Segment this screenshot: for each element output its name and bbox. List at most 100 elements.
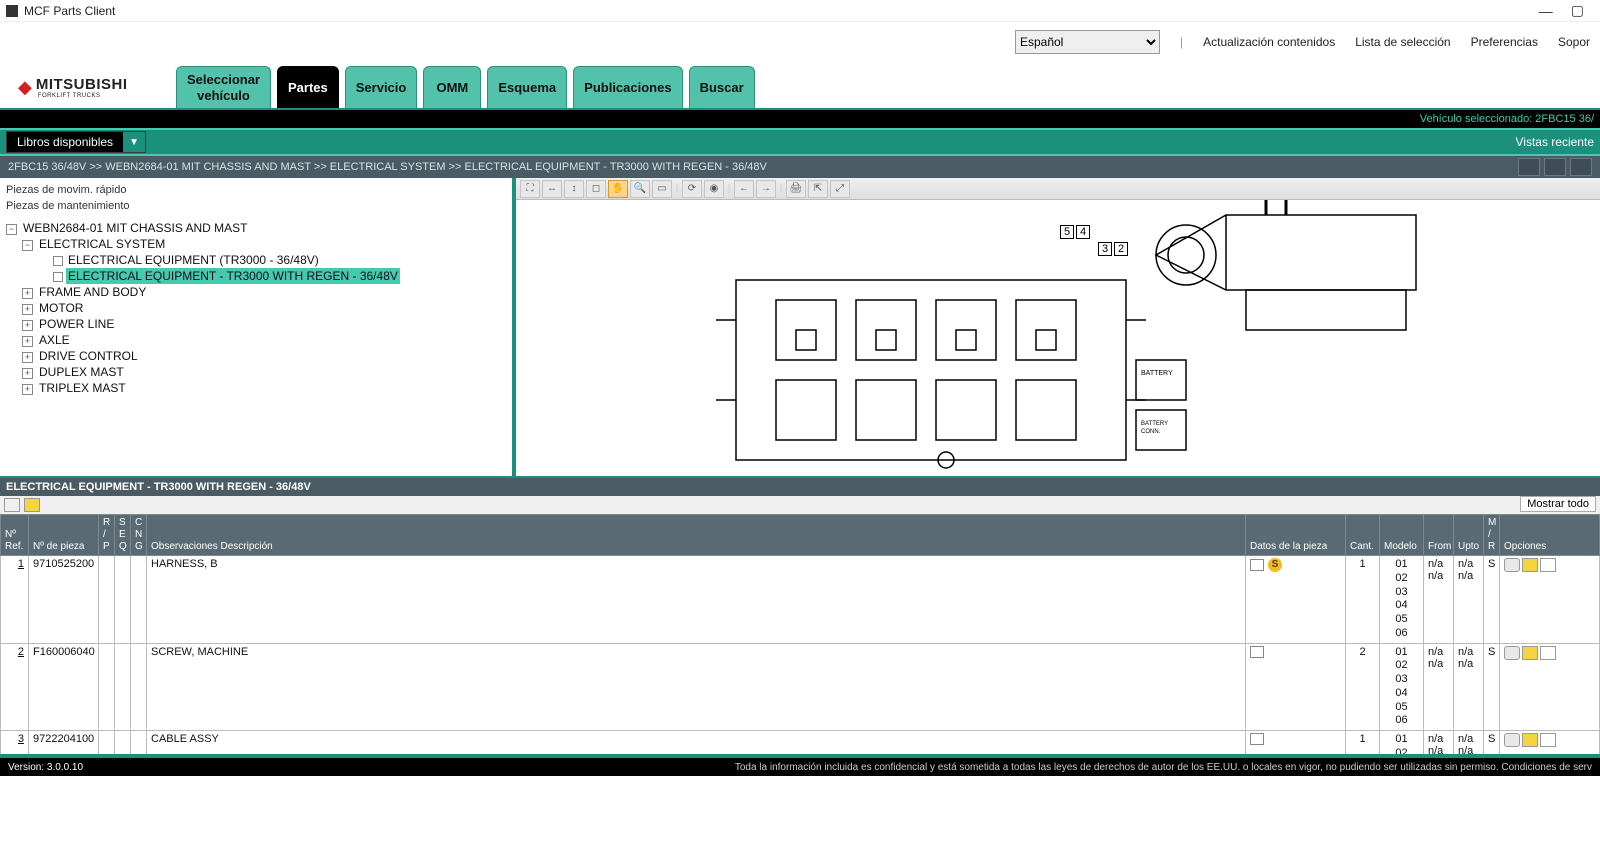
- link-preferences[interactable]: Preferencias: [1471, 35, 1538, 49]
- col-ref[interactable]: Nº Ref.: [1, 515, 29, 556]
- tree-axle[interactable]: +AXLE: [22, 332, 506, 348]
- zoom-width-icon[interactable]: ↔: [542, 180, 562, 198]
- tab-omm[interactable]: OMM: [423, 66, 481, 108]
- cell-data[interactable]: [1246, 731, 1346, 755]
- view-grid-icon[interactable]: [1544, 158, 1566, 176]
- detail-icon[interactable]: [1540, 646, 1556, 660]
- note-icon[interactable]: [4, 498, 20, 512]
- col-upto[interactable]: Upto: [1454, 515, 1484, 556]
- info-icon[interactable]: [1250, 646, 1264, 658]
- col-part[interactable]: Nº de pieza: [29, 515, 99, 556]
- zoom-height-icon[interactable]: ↕: [564, 180, 584, 198]
- detail-icon[interactable]: [1540, 733, 1556, 747]
- col-rp[interactable]: R / P: [99, 515, 115, 556]
- col-cng[interactable]: C N G: [131, 515, 147, 556]
- col-mr[interactable]: M / R: [1484, 515, 1500, 556]
- show-all-button[interactable]: Mostrar todo: [1520, 496, 1596, 512]
- link-selection-list[interactable]: Lista de selección: [1355, 35, 1450, 49]
- view-expand-icon[interactable]: [1570, 158, 1592, 176]
- tab-schematic[interactable]: Esquema: [487, 66, 567, 108]
- tab-search[interactable]: Buscar: [689, 66, 755, 108]
- col-options[interactable]: Opciones: [1500, 515, 1600, 556]
- comment-icon[interactable]: [1504, 558, 1520, 572]
- cell-options[interactable]: [1500, 556, 1600, 644]
- table-row[interactable]: 2F160006040SCREW, MACHINE2010203040506n/…: [1, 643, 1600, 731]
- expand-icon[interactable]: +: [22, 320, 33, 331]
- comment-icon[interactable]: [1504, 733, 1520, 747]
- collapse-icon[interactable]: −: [22, 240, 33, 251]
- shortcut-quick-move[interactable]: Piezas de movim. rápido: [6, 182, 506, 198]
- cell-seq: [115, 556, 131, 644]
- zoom-selection-icon[interactable]: ◻: [586, 180, 606, 198]
- expand-icon[interactable]: +: [22, 304, 33, 315]
- technical-drawing[interactable]: 5 4 3 2 BATTERY BATTERYCONN.: [516, 200, 1600, 476]
- tree-ee-tr3000-regen[interactable]: ELECTRICAL EQUIPMENT - TR3000 WITH REGEN…: [38, 268, 506, 284]
- collapse-icon[interactable]: −: [6, 224, 17, 235]
- expand-icon[interactable]: +: [22, 288, 33, 299]
- col-from[interactable]: From: [1424, 515, 1454, 556]
- view-list-icon[interactable]: [1518, 158, 1540, 176]
- note-icon[interactable]: [1522, 733, 1538, 747]
- col-seq[interactable]: S E Q: [115, 515, 131, 556]
- tab-service[interactable]: Servicio: [345, 66, 418, 108]
- books-dropdown[interactable]: Libros disponibles ▼: [6, 131, 146, 153]
- tab-parts[interactable]: Partes: [277, 66, 339, 108]
- pan-hand-icon[interactable]: ✋: [608, 180, 628, 198]
- maximize-icon[interactable]: ▢: [1571, 2, 1584, 19]
- col-data[interactable]: Datos de la pieza: [1246, 515, 1346, 556]
- tree-duplex-mast[interactable]: +DUPLEX MAST: [22, 364, 506, 380]
- cell-ref[interactable]: 1: [1, 556, 29, 644]
- col-desc[interactable]: Observaciones Descripción: [147, 515, 1246, 556]
- tree-root[interactable]: −WEBN2684-01 MIT CHASSIS AND MAST: [6, 220, 506, 236]
- expand-icon[interactable]: +: [22, 384, 33, 395]
- refresh-icon[interactable]: ⟳: [682, 180, 702, 198]
- language-select[interactable]: Español: [1015, 30, 1160, 54]
- export-icon[interactable]: ⇱: [808, 180, 828, 198]
- tree-triplex-mast[interactable]: +TRIPLEX MAST: [22, 380, 506, 396]
- table-row[interactable]: 19710525200HARNESS, BS1010203040506n/an/…: [1, 556, 1600, 644]
- minimize-icon[interactable]: —: [1539, 3, 1553, 19]
- tree-electrical-system[interactable]: −ELECTRICAL SYSTEM: [22, 236, 506, 252]
- cell-ref[interactable]: 3: [1, 731, 29, 755]
- note-icon[interactable]: [1522, 558, 1538, 572]
- info-icon[interactable]: [1250, 733, 1264, 745]
- link-support[interactable]: Sopor: [1558, 35, 1590, 49]
- comment-icon[interactable]: [1504, 646, 1520, 660]
- cell-options[interactable]: [1500, 731, 1600, 755]
- fullscreen-icon[interactable]: ⤢: [830, 180, 850, 198]
- locate-icon[interactable]: ◉: [704, 180, 724, 198]
- tree-motor[interactable]: +MOTOR: [22, 300, 506, 316]
- expand-icon[interactable]: +: [22, 336, 33, 347]
- tree-frame-body[interactable]: +FRAME AND BODY: [22, 284, 506, 300]
- cell-data[interactable]: [1246, 643, 1346, 731]
- nav-forward-icon[interactable]: →: [756, 180, 776, 198]
- brand-name: MITSUBISHI: [36, 76, 128, 93]
- tab-select-vehicle[interactable]: Seleccionar vehículo: [176, 66, 271, 108]
- cell-ref[interactable]: 2: [1, 643, 29, 731]
- info-icon[interactable]: [1250, 559, 1264, 571]
- cell-data[interactable]: S: [1246, 556, 1346, 644]
- table-row[interactable]: 39722204100CABLE ASSY101020304n/an/an/an…: [1, 731, 1600, 755]
- note-icon[interactable]: [1522, 646, 1538, 660]
- zoom-fit-icon[interactable]: ⛶: [520, 180, 540, 198]
- col-model[interactable]: Modelo: [1380, 515, 1424, 556]
- print-icon[interactable]: 🖨: [786, 180, 806, 198]
- nav-back-icon[interactable]: ←: [734, 180, 754, 198]
- recent-views-label[interactable]: Vistas reciente: [1516, 135, 1595, 149]
- expand-icon[interactable]: +: [22, 352, 33, 363]
- cell-options[interactable]: [1500, 643, 1600, 731]
- link-update-contents[interactable]: Actualización contenidos: [1203, 35, 1335, 49]
- zoom-out-icon[interactable]: ▭: [652, 180, 672, 198]
- tab-publications[interactable]: Publicaciones: [573, 66, 682, 108]
- expand-icon[interactable]: +: [22, 368, 33, 379]
- highlight-icon[interactable]: [24, 498, 40, 512]
- col-qty[interactable]: Cant.: [1346, 515, 1380, 556]
- tree-ee-tr3000[interactable]: ELECTRICAL EQUIPMENT (TR3000 - 36/48V): [38, 252, 506, 268]
- tree-power-line[interactable]: +POWER LINE: [22, 316, 506, 332]
- breadcrumb-path[interactable]: 2FBC15 36/48V >> WEBN2684-01 MIT CHASSIS…: [8, 161, 767, 173]
- cell-part: 9722204100: [29, 731, 99, 755]
- shortcut-maintenance[interactable]: Piezas de mantenimiento: [6, 198, 506, 214]
- tree-drive-control[interactable]: +DRIVE CONTROL: [22, 348, 506, 364]
- detail-icon[interactable]: [1540, 558, 1556, 572]
- zoom-in-icon[interactable]: 🔍: [630, 180, 650, 198]
